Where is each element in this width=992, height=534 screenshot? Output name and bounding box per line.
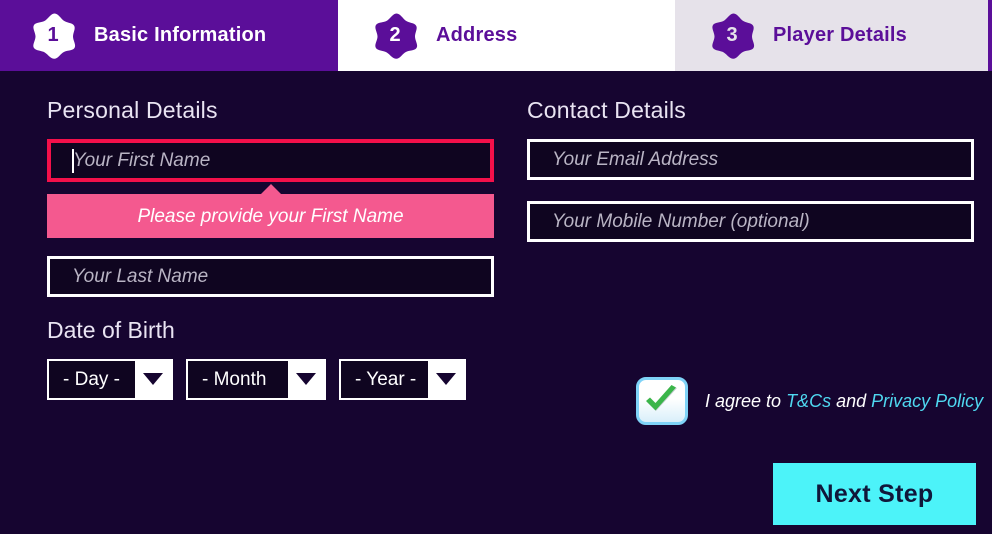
tooltip-arrow-icon (259, 184, 282, 196)
contact-details-heading: Contact Details (527, 97, 686, 123)
step-label: Basic Information (94, 24, 267, 46)
date-of-birth-row: - Day - - Month - Year - (47, 358, 496, 400)
terms-checkbox[interactable] (636, 377, 688, 425)
email-placeholder: Your Email Address (552, 149, 719, 171)
chevron-down-icon (436, 373, 456, 386)
step-tab-player-details[interactable]: 3 Player Details (675, 0, 992, 71)
dob-day-dropdown-button[interactable] (135, 360, 171, 398)
step-progress-header: 1 Basic Information 2 Address 3 Player D… (0, 0, 992, 71)
terms-agreement-text: I agree to T&Cs and Privacy Policy (705, 392, 983, 410)
star-badge-2-icon: 2 (370, 11, 422, 61)
first-name-error-tooltip: Please provide your First Name (47, 184, 494, 239)
star-badge-1-icon: 1 (28, 11, 80, 61)
step-number: 1 (47, 24, 59, 46)
step-number: 2 (389, 24, 401, 46)
step-label: Address (436, 24, 518, 46)
dob-day-select[interactable]: - Day - (47, 358, 173, 400)
terms-prefix: I agree to (705, 391, 787, 411)
next-step-button[interactable]: Next Step (773, 463, 976, 525)
step-number: 3 (726, 24, 738, 46)
star-badge-3-icon: 3 (707, 11, 759, 61)
mobile-input[interactable]: Your Mobile Number (optional) (527, 201, 974, 243)
error-message-text: Please provide your First Name (137, 205, 404, 227)
registration-form-page: 1 Basic Information 2 Address 3 Player D… (0, 0, 992, 534)
chevron-down-icon (143, 373, 163, 386)
dob-month-select[interactable]: - Month (186, 358, 326, 400)
text-cursor (72, 148, 74, 173)
email-input[interactable]: Your Email Address (527, 139, 974, 181)
form-body: Personal Details Your First Name Please … (0, 71, 992, 534)
last-name-placeholder: Your Last Name (72, 266, 209, 288)
terms-agreement-row: I agree to T&Cs and Privacy Policy (636, 377, 983, 425)
chevron-down-icon (296, 373, 316, 386)
step-label: Player Details (773, 24, 907, 46)
date-of-birth-heading: Date of Birth (47, 317, 175, 344)
dob-year-dropdown-button[interactable] (428, 360, 464, 398)
first-name-placeholder: Your First Name (73, 150, 211, 172)
last-name-input[interactable]: Your Last Name (47, 256, 494, 298)
tcs-link[interactable]: T&Cs (786, 391, 831, 411)
next-step-label: Next Step (815, 479, 934, 508)
personal-details-heading: Personal Details (47, 97, 218, 123)
dob-year-value: - Year - (355, 368, 417, 390)
step-tab-address[interactable]: 2 Address (338, 0, 675, 71)
contact-details-column: Contact Details Your Email Address Your … (527, 97, 976, 263)
dob-year-select[interactable]: - Year - (339, 358, 466, 400)
mobile-placeholder: Your Mobile Number (optional) (552, 211, 810, 233)
terms-middle: and (831, 391, 872, 411)
first-name-input[interactable]: Your First Name (47, 139, 494, 183)
privacy-policy-link[interactable]: Privacy Policy (871, 391, 983, 411)
dob-month-dropdown-button[interactable] (288, 360, 324, 398)
dob-month-value: - Month (202, 368, 267, 390)
checkmark-icon (646, 385, 677, 411)
dob-day-value: - Day - (63, 368, 120, 390)
step-tab-basic-information[interactable]: 1 Basic Information (0, 0, 338, 71)
header-edge-strip (988, 0, 992, 71)
personal-details-column: Personal Details Your First Name Please … (47, 97, 496, 400)
